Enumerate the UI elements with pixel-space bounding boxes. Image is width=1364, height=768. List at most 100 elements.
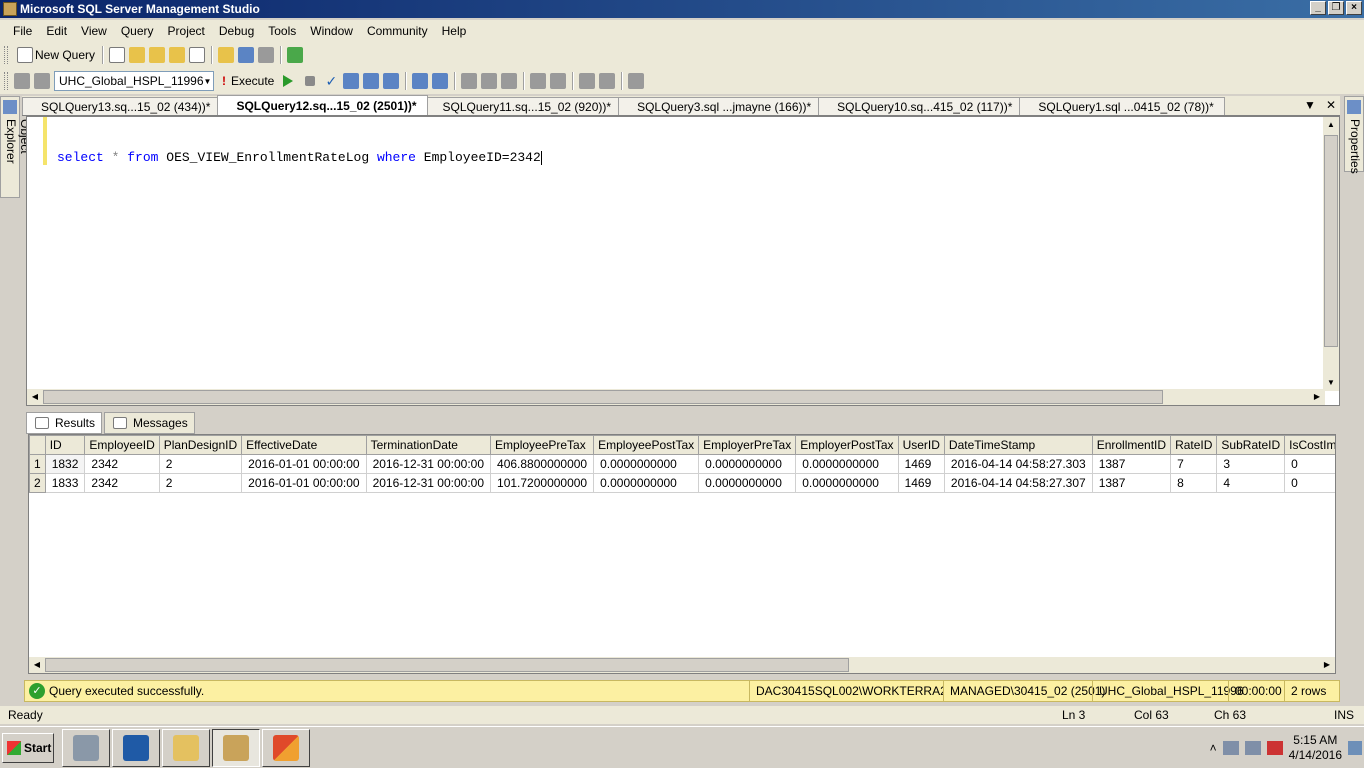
grid-cell[interactable]: 2016-12-31 00:00:00 xyxy=(365,454,492,474)
scroll-left-icon[interactable]: ◀ xyxy=(29,657,45,673)
grid-cell[interactable]: 0 xyxy=(1284,454,1335,474)
grid-cell[interactable]: 2 xyxy=(158,473,243,493)
grid-cell[interactable]: 2016-01-01 00:00:00 xyxy=(241,473,367,493)
grid-cell[interactable]: 2016-01-01 00:00:00 xyxy=(241,454,367,474)
increase-indent-icon[interactable] xyxy=(599,73,616,89)
results-grid-icon[interactable] xyxy=(481,73,498,89)
taskbar-ssms[interactable] xyxy=(212,729,260,767)
row-number[interactable]: 2 xyxy=(29,473,46,493)
grid-cell[interactable]: 0.0000000000 xyxy=(593,454,700,474)
start-button[interactable]: Start xyxy=(2,733,54,763)
scroll-down-icon[interactable]: ▼ xyxy=(1323,375,1339,391)
grid-cell[interactable]: 0.0000000000 xyxy=(795,454,899,474)
editor-horizontal-scrollbar[interactable]: ◀ ▶ xyxy=(27,389,1325,405)
cancel-query-icon[interactable] xyxy=(305,76,316,86)
editor-vscroll-thumb[interactable] xyxy=(1324,135,1338,347)
include-plan-icon[interactable] xyxy=(412,73,429,89)
sqlce-query-icon[interactable] xyxy=(189,47,206,63)
grid-cell[interactable]: 2 xyxy=(158,454,243,474)
query-designer-icon[interactable] xyxy=(363,73,380,89)
grid-cell[interactable]: 3 xyxy=(1216,454,1286,474)
volume-muted-icon[interactable] xyxy=(1266,741,1283,755)
menu-help[interactable]: Help xyxy=(435,24,474,38)
minimize-button[interactable]: _ xyxy=(1310,1,1326,15)
doc-tab-sqlquery1[interactable]: SQLQuery1.sql ...0415_02 (78))* xyxy=(1019,97,1225,115)
menu-view[interactable]: View xyxy=(74,24,114,38)
close-button[interactable]: × xyxy=(1346,1,1362,15)
properties-tab[interactable]: Properties xyxy=(1344,96,1364,174)
row-number[interactable]: 1 xyxy=(29,454,46,474)
grid-cell[interactable]: 1387 xyxy=(1091,473,1172,493)
network-icon[interactable] xyxy=(1244,741,1261,755)
column-header[interactable]: EnrollmentID xyxy=(1091,435,1172,455)
column-header[interactable]: EmployerPostTax xyxy=(795,435,899,455)
mdx-query-icon[interactable] xyxy=(129,47,146,63)
grid-cell[interactable]: 0.0000000000 xyxy=(698,473,797,493)
toolbar-grip[interactable] xyxy=(4,46,8,64)
save-icon[interactable] xyxy=(238,47,255,63)
grid-cell[interactable]: 4 xyxy=(1216,473,1286,493)
editor-hscroll-thumb[interactable] xyxy=(43,390,1163,404)
grid-cell[interactable]: 406.8800000000 xyxy=(490,454,595,474)
show-hidden-icons-icon[interactable]: ˄ xyxy=(1210,741,1217,755)
grid-horizontal-scrollbar[interactable]: ◀ ▶ xyxy=(29,657,1335,673)
menu-project[interactable]: Project xyxy=(161,24,212,38)
grid-cell[interactable]: 0 xyxy=(1284,473,1335,493)
grid-cell[interactable]: 2016-12-31 00:00:00 xyxy=(365,473,492,493)
action-center-flag-icon[interactable] xyxy=(1222,741,1239,755)
results-to-text-icon[interactable] xyxy=(461,73,478,89)
corner-cell[interactable] xyxy=(29,435,46,455)
taskbar-server-manager[interactable] xyxy=(62,729,110,767)
scroll-right-icon[interactable]: ▶ xyxy=(1319,657,1335,673)
column-header[interactable]: IsCostImport xyxy=(1284,435,1335,455)
grid-cell[interactable]: 1832 xyxy=(44,454,86,474)
menu-window[interactable]: Window xyxy=(303,24,360,38)
column-header[interactable]: SubRateID xyxy=(1216,435,1286,455)
comment-icon[interactable] xyxy=(530,73,547,89)
clock[interactable]: 5:15 AM 4/14/2016 xyxy=(1289,733,1342,763)
scroll-up-icon[interactable]: ▲ xyxy=(1323,117,1339,133)
new-file-icon[interactable] xyxy=(109,47,126,63)
menu-tools[interactable]: Tools xyxy=(261,24,303,38)
table-row[interactable]: 1 1832 2342 2 2016-01-01 00:00:00 2016-1… xyxy=(29,454,1335,474)
dmx-query-icon[interactable] xyxy=(149,47,166,63)
table-row[interactable]: 2 1833 2342 2 2016-01-01 00:00:00 2016-1… xyxy=(29,473,1335,493)
grid-cell[interactable]: 101.7200000000 xyxy=(490,473,595,493)
grid-cell[interactable]: 2016-04-14 04:58:27.307 xyxy=(943,473,1093,493)
scroll-left-icon[interactable]: ◀ xyxy=(27,389,43,405)
doc-tab-sqlquery3[interactable]: SQLQuery3.sql ...jmayne (166))* xyxy=(618,97,823,115)
parse-check-icon[interactable]: ✓ xyxy=(323,73,339,89)
taskbar-explorer[interactable] xyxy=(162,729,210,767)
grid-cell[interactable]: 8 xyxy=(1170,473,1218,493)
menu-edit[interactable]: Edit xyxy=(39,24,74,38)
taskbar-office[interactable] xyxy=(262,729,310,767)
doc-tab-sqlquery11[interactable]: SQLQuery11.sq...15_02 (920))* xyxy=(423,97,623,115)
scroll-right-icon[interactable]: ▶ xyxy=(1309,389,1325,405)
grid-cell[interactable]: 1469 xyxy=(897,473,945,493)
display-plan-icon[interactable] xyxy=(343,73,360,89)
database-select[interactable]: UHC_Global_HSPL_11996 ▼ xyxy=(54,71,214,91)
close-tab-icon[interactable]: ✕ xyxy=(1326,98,1336,112)
tab-list-dropdown-icon[interactable]: ▼ xyxy=(1304,98,1316,112)
grid-cell[interactable]: 0.0000000000 xyxy=(698,454,797,474)
column-header[interactable]: PlanDesignID xyxy=(158,435,243,455)
toolbar-grip[interactable] xyxy=(4,72,8,90)
grid-cell[interactable]: 2342 xyxy=(84,473,160,493)
sql-code[interactable]: select * from OES_VIEW_EnrollmentRateLog… xyxy=(57,150,542,165)
uncomment-icon[interactable] xyxy=(550,73,567,89)
column-header[interactable]: ID xyxy=(44,435,86,455)
specify-values-icon[interactable] xyxy=(628,73,645,89)
menu-community[interactable]: Community xyxy=(360,24,435,38)
grid-cell[interactable]: 0.0000000000 xyxy=(593,473,700,493)
results-grid[interactable]: ID EmployeeID PlanDesignID EffectiveDate… xyxy=(28,434,1336,674)
activity-monitor-icon[interactable] xyxy=(287,47,304,63)
menu-debug[interactable]: Debug xyxy=(212,24,261,38)
tab-results[interactable]: Results xyxy=(26,412,103,434)
xmla-query-icon[interactable] xyxy=(169,47,186,63)
column-header[interactable]: DateTimeStamp xyxy=(943,435,1093,455)
restore-button[interactable]: ❐ xyxy=(1328,1,1344,15)
tab-messages[interactable]: Messages xyxy=(104,412,195,434)
grid-cell[interactable]: 2342 xyxy=(84,454,160,474)
client-statistics-icon[interactable] xyxy=(432,73,449,89)
menu-query[interactable]: Query xyxy=(114,24,161,38)
